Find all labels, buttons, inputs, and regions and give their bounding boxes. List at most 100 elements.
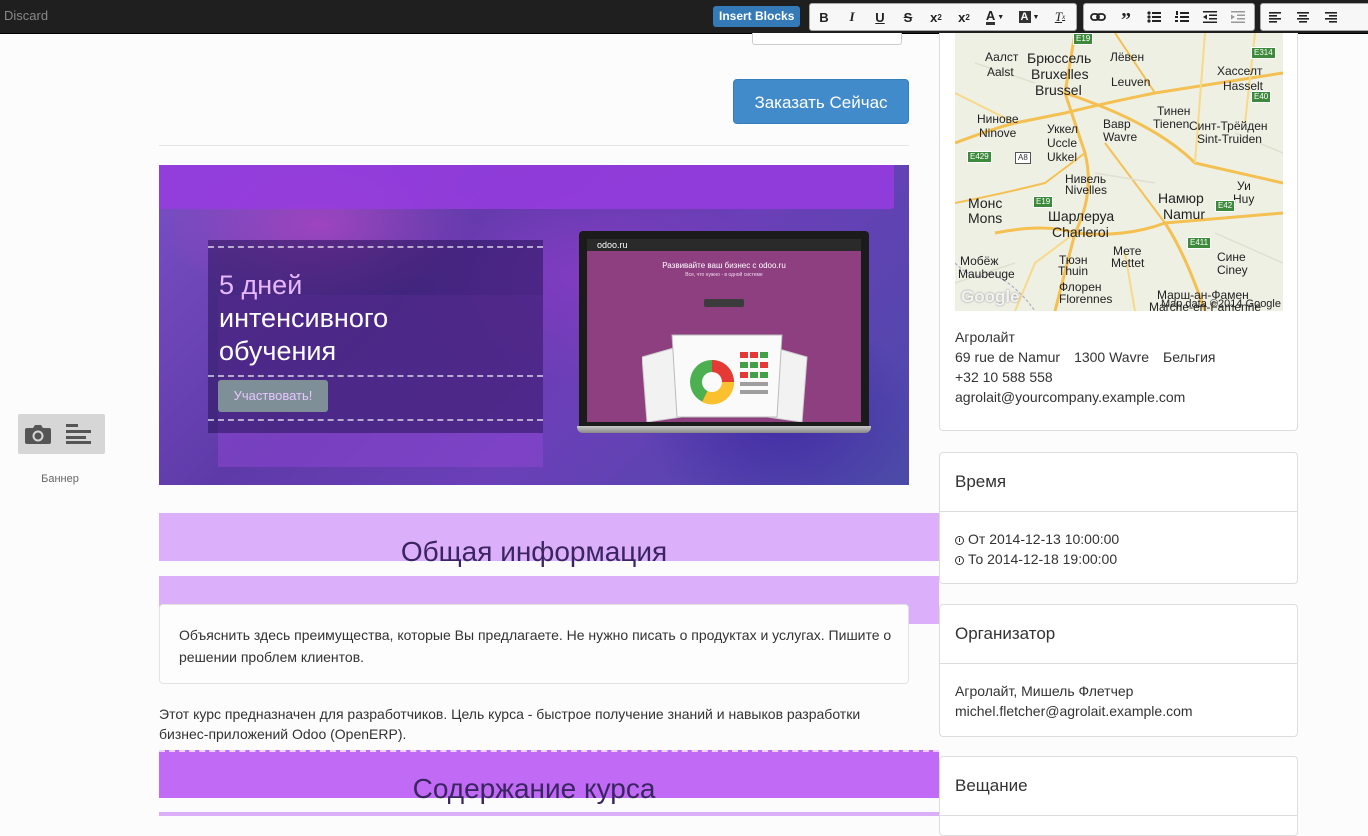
dashed-guide	[208, 246, 543, 248]
road-shield: E429	[967, 151, 992, 163]
road-shield: E40	[1251, 91, 1272, 103]
ticket-select[interactable]	[752, 33, 902, 45]
banner-title-rest: интенсивного обучения	[219, 303, 389, 366]
editor-toolbar: Discard Insert Blocks B I U S x2 x2 A ▼ A…	[0, 0, 1368, 34]
laptop-base	[577, 426, 871, 433]
phone: +32 10 588 558	[955, 369, 1053, 385]
section-title-course-content[interactable]: Содержание курса	[159, 773, 909, 805]
map-label: Florennes	[1059, 292, 1113, 306]
broadcast-panel-header: Вещание	[940, 757, 1297, 816]
camera-icon	[25, 425, 51, 444]
participate-button[interactable]: Участвовать!	[218, 380, 328, 412]
bulleted-list-icon[interactable]	[1140, 4, 1168, 30]
email[interactable]: agrolait@yourcompany.example.com	[955, 387, 1285, 407]
screen-subheadline: Все, что нужно - в одной системе	[685, 272, 763, 278]
banner-title[interactable]: 5 дней интенсивного обучения	[219, 269, 499, 368]
strikethrough-button[interactable]: S	[894, 4, 922, 30]
road-shield: A8	[1015, 152, 1031, 164]
font-color-icon[interactable]: A ▼	[978, 4, 1012, 30]
align-right-icon[interactable]	[1317, 4, 1345, 30]
organizer-names: Агролайт, Мишель Флетчер	[955, 683, 1134, 699]
street: 69 rue de Namur	[955, 349, 1061, 365]
info-text[interactable]: Объяснить здесь преимущества, которые Вы…	[179, 624, 894, 668]
section-title-general-info[interactable]: Общая информация	[159, 536, 909, 568]
link-icon[interactable]	[1084, 4, 1112, 30]
banner-title-accent: 5 дней	[219, 270, 303, 300]
map-label: Leuven	[1111, 75, 1151, 89]
map-label: Лёвен	[1110, 50, 1145, 64]
time-panel-body: От 2014-12-13 10:00:00 То 2014-12-18 19:…	[955, 529, 1285, 569]
subscript-button[interactable]: x2	[922, 4, 950, 30]
blockquote-icon[interactable]: ”	[1112, 1, 1140, 33]
map-label: Brussel	[1035, 82, 1082, 98]
country: Бельгия	[1163, 349, 1216, 365]
company-name: Агролайт	[955, 329, 1015, 345]
time-panel: Время От 2014-12-13 10:00:00 То 2014-12-…	[939, 452, 1298, 584]
laptop-image[interactable]: odoo.ru Развивайте ваш бизнес с odoo.ru …	[577, 231, 871, 433]
superscript-button[interactable]: x2	[950, 4, 978, 30]
map-label: Wavre	[1103, 130, 1138, 144]
organizer-panel: Организатор Агролайт, Мишель Флетчер mic…	[939, 604, 1298, 737]
google-logo[interactable]: Google	[961, 287, 1020, 307]
bold-button[interactable]: B	[810, 4, 838, 30]
banner-snippet-thumbnail[interactable]	[18, 414, 105, 454]
numbered-list-icon[interactable]	[1168, 4, 1196, 30]
format-toolbar-group: B I U S x2 x2 A ▼ A ▼ Tx	[809, 3, 1077, 31]
map-label: Монс	[968, 195, 1003, 211]
map-attribution[interactable]: Map data ©2014 Google	[1161, 298, 1281, 310]
road-shield: E42	[1215, 200, 1236, 212]
screen-devices-graphic	[642, 334, 808, 422]
insert-blocks-button[interactable]: Insert Blocks	[713, 6, 801, 27]
highlight-color-icon[interactable]: A ▼	[1012, 4, 1046, 30]
location-map[interactable]: Брюссель Bruxelles Brussel Лёвен Leuven …	[955, 33, 1283, 311]
screen-logo: odoo.ru	[597, 240, 628, 250]
underline-button[interactable]: U	[866, 4, 894, 30]
banner-section[interactable]: 5 дней интенсивного обучения Участвовать…	[159, 165, 909, 485]
align-left-icon[interactable]	[1261, 4, 1289, 30]
road-shield: E314	[1251, 47, 1276, 59]
map-label: Bruxelles	[1031, 66, 1089, 82]
screen-headline: Развивайте ваш бизнес с odoo.ru	[662, 261, 786, 270]
map-label: Sint-Truiden	[1197, 132, 1262, 146]
clear-format-icon[interactable]: Tx	[1046, 4, 1074, 30]
time-to: То 2014-12-18 19:00:00	[968, 551, 1118, 567]
time-panel-title: Время	[955, 472, 1007, 491]
indent-icon[interactable]	[1224, 4, 1252, 30]
organizer-panel-header: Организатор	[940, 605, 1297, 664]
map-label: Шарлеруа	[1048, 208, 1115, 224]
map-label: Ciney	[1217, 263, 1248, 277]
map-label: Huy	[1233, 192, 1255, 206]
map-label: Хасселт	[1217, 64, 1263, 78]
road-shield: E19	[1073, 33, 1094, 45]
laptop-screen: odoo.ru Развивайте ваш бизнес с odoo.ru …	[587, 239, 861, 422]
italic-button[interactable]: I	[838, 4, 866, 30]
course-description[interactable]: Этот курс предназначен для разработчиков…	[159, 704, 899, 744]
order-now-button[interactable]: Заказать Сейчас	[733, 79, 909, 124]
map-label: Uccle	[1047, 136, 1078, 150]
road-shield: E19	[1033, 196, 1054, 208]
broadcast-panel-title: Вещание	[955, 776, 1028, 795]
city: 1300 Wavre	[1074, 349, 1150, 365]
text-lines-icon	[66, 424, 91, 444]
screen-cta	[704, 299, 744, 307]
broadcast-panel: Вещание	[939, 756, 1298, 836]
organizer-email[interactable]: michel.fletcher@agrolait.example.com	[955, 701, 1285, 721]
map-label: Ukkel	[1047, 150, 1078, 164]
section-overlay-next	[159, 812, 939, 816]
clock-icon	[955, 556, 964, 565]
map-label: Maubeuge	[958, 267, 1015, 281]
road-shield: E411	[1187, 237, 1212, 249]
align-center-icon[interactable]	[1289, 4, 1317, 30]
map-label: Namur	[1163, 206, 1206, 222]
map-label: Намюр	[1158, 190, 1204, 206]
clock-icon	[955, 536, 964, 545]
time-panel-header: Время	[940, 453, 1297, 512]
map-label: Nivelles	[1065, 183, 1108, 197]
address-block: Агролайт 69 rue de Namur 1300 Wavre Бельги…	[955, 327, 1285, 407]
address-line: 69 rue de Namur 1300 Wavre Бельгия	[955, 347, 1285, 367]
map-label: Уккел	[1047, 122, 1078, 136]
map-label: Charleroi	[1052, 224, 1109, 240]
map-label: Брюссель	[1027, 50, 1092, 66]
discard-button[interactable]: Discard	[4, 8, 48, 23]
outdent-icon[interactable]	[1196, 4, 1224, 30]
